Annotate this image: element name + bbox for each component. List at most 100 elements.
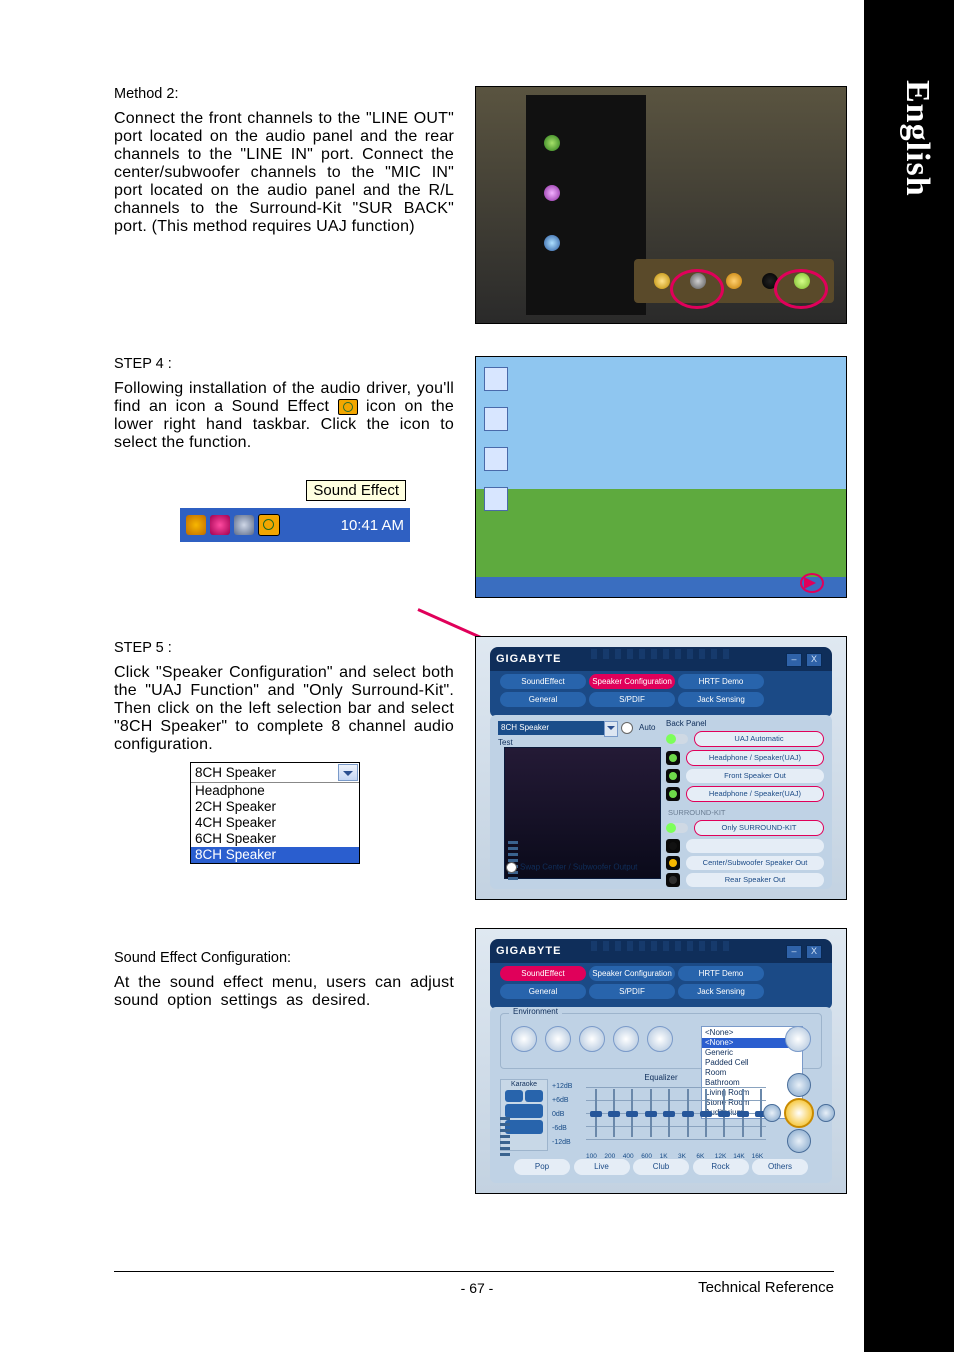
eq-y-label: 0dB xyxy=(552,1111,564,1118)
knob-right-icon[interactable] xyxy=(817,1104,835,1122)
back-panel-label: Back Panel xyxy=(666,719,824,728)
app-window-sfx: GIGABYTE – X SoundEffectSpeaker Configur… xyxy=(476,929,846,1193)
app-tab[interactable]: S/PDIF xyxy=(589,984,675,999)
dropdown-option[interactable]: 6CH Speaker xyxy=(191,831,359,847)
app-tab[interactable]: SoundEffect xyxy=(500,674,586,689)
env-option[interactable]: Generic xyxy=(702,1048,802,1058)
app-logo: GIGABYTE xyxy=(496,653,561,665)
minimize-button[interactable]: – xyxy=(786,945,802,959)
swap-option[interactable]: Swap Center / Subwoofer Output xyxy=(506,862,637,873)
app-tab[interactable]: HRTF Demo xyxy=(678,674,764,689)
env-preset-3-icon[interactable] xyxy=(579,1026,605,1052)
uaj-automatic-pill[interactable]: UAJ Automatic xyxy=(694,731,824,747)
app-tab[interactable]: General xyxy=(500,984,586,999)
eq-slider[interactable] xyxy=(718,1089,730,1137)
only-surround-pill[interactable]: Only SURROUND-KIT xyxy=(694,820,824,836)
highlight-oval-2-icon xyxy=(774,269,828,309)
radio-icon[interactable] xyxy=(506,862,517,873)
app-tab[interactable]: S/PDIF xyxy=(589,692,675,707)
sfx-text: At the sound effect menu, users can adju… xyxy=(114,974,454,1010)
taskbar-bar xyxy=(476,577,846,597)
desktop-icon-2-icon[interactable] xyxy=(484,407,508,431)
jack-label-pill[interactable]: Front Speaker Out xyxy=(686,769,824,783)
knob-left-icon[interactable] xyxy=(763,1104,781,1122)
eq-preset-button[interactable]: Others xyxy=(752,1159,808,1175)
desktop-icon-1-icon[interactable] xyxy=(484,367,508,391)
app-tab[interactable]: HRTF Demo xyxy=(678,966,764,981)
close-button[interactable]: X xyxy=(806,945,822,959)
eq-slider[interactable] xyxy=(737,1089,749,1137)
dropdown-list: Headphone2CH Speaker4CH Speaker6CH Speak… xyxy=(191,783,359,863)
eq-slider[interactable] xyxy=(626,1089,638,1137)
jack-label-pill[interactable]: Headphone / Speaker(UAJ) xyxy=(686,786,824,802)
eq-slider[interactable] xyxy=(590,1089,602,1137)
env-preset-2-icon[interactable] xyxy=(545,1026,571,1052)
app-tab[interactable]: Speaker Configuration xyxy=(589,674,675,689)
knob-down-icon[interactable] xyxy=(787,1129,811,1153)
desktop-icon-4-icon[interactable] xyxy=(484,487,508,511)
env-preset-5-icon[interactable] xyxy=(647,1026,673,1052)
app-tab[interactable]: SoundEffect xyxy=(500,966,586,981)
karaoke-btn-3[interactable] xyxy=(505,1104,543,1118)
titlebar-grip-icon xyxy=(591,649,731,659)
figure-windows-desktop xyxy=(475,356,847,598)
karaoke-btn-1[interactable] xyxy=(505,1090,523,1102)
eq-slider[interactable] xyxy=(608,1089,620,1137)
desktop-icon-3-icon[interactable] xyxy=(484,447,508,471)
method2-block: Method 2: Connect the front channels to … xyxy=(114,86,454,246)
drag-handle-icon[interactable] xyxy=(508,841,518,881)
tray-icon-3-icon[interactable] xyxy=(234,515,254,535)
dropdown-option[interactable]: 8CH Speaker xyxy=(191,847,359,863)
jack-row: Rear Speaker Out xyxy=(666,873,824,887)
speaker-left-pane: 8CH Speaker Auto Test Swap Center / Subw… xyxy=(498,721,658,881)
karaoke-btn-4[interactable] xyxy=(505,1120,543,1134)
figure-sound-effect-app: GIGABYTE – X SoundEffectSpeaker Configur… xyxy=(475,928,847,1194)
eq-preset-button[interactable]: Pop xyxy=(514,1159,570,1175)
tray-sound-effect-icon[interactable] xyxy=(258,514,280,536)
chevron-down-icon[interactable] xyxy=(604,721,618,737)
eq-y-label: +6dB xyxy=(552,1097,569,1104)
eq-slider[interactable] xyxy=(645,1089,657,1137)
env-option[interactable]: Padded Cell xyxy=(702,1058,802,1068)
eq-y-label: -6dB xyxy=(552,1125,567,1132)
env-apply-icon[interactable] xyxy=(785,1026,811,1052)
app-tab[interactable]: Jack Sensing xyxy=(678,692,764,707)
env-preset-4-icon[interactable] xyxy=(613,1026,639,1052)
eq-preset-button[interactable]: Rock xyxy=(693,1159,749,1175)
app-tabs: SoundEffectSpeaker ConfigurationHRTF Dem… xyxy=(490,671,832,717)
knob-up-icon[interactable] xyxy=(787,1073,811,1097)
uaj-toggle[interactable] xyxy=(666,734,688,744)
power-knob-icon[interactable] xyxy=(784,1098,814,1128)
dropdown-option[interactable]: 2CH Speaker xyxy=(191,799,359,815)
app-tab[interactable]: General xyxy=(500,692,586,707)
eq-presets: PopLiveClubRockOthers xyxy=(514,1159,808,1177)
environment-title: Environment xyxy=(509,1007,562,1016)
jack-label-pill[interactable]: Center/Subwoofer Speaker Out xyxy=(686,856,824,870)
speaker-mode-select[interactable]: 8CH Speaker xyxy=(498,721,604,735)
eq-slider[interactable] xyxy=(663,1089,675,1137)
only-surround-toggle[interactable] xyxy=(666,823,688,833)
eq-slider[interactable] xyxy=(682,1089,694,1137)
karaoke-btn-2[interactable] xyxy=(525,1090,543,1102)
eq-slider[interactable] xyxy=(700,1089,712,1137)
tray-icon-1-icon[interactable] xyxy=(186,515,206,535)
dropdown-option[interactable]: 4CH Speaker xyxy=(191,815,359,831)
tray-icon-2-icon[interactable] xyxy=(210,515,230,535)
jack-label-pill[interactable]: Headphone / Speaker(UAJ) xyxy=(686,750,824,766)
dropdown-option[interactable]: Headphone xyxy=(191,783,359,799)
app-tab[interactable]: Speaker Configuration xyxy=(589,966,675,981)
env-preset-1-icon[interactable] xyxy=(511,1026,537,1052)
minimize-button[interactable]: – xyxy=(786,653,802,667)
chevron-down-icon[interactable] xyxy=(338,764,358,781)
close-button[interactable]: X xyxy=(806,653,822,667)
dropdown-selected[interactable]: 8CH Speaker xyxy=(191,763,359,783)
eq-preset-button[interactable]: Live xyxy=(574,1159,630,1175)
app-tab[interactable]: Jack Sensing xyxy=(678,984,764,999)
auto-test-radio[interactable] xyxy=(621,722,633,734)
jack-label-pill[interactable]: Rear Speaker Out xyxy=(686,873,824,887)
eq-preset-button[interactable]: Club xyxy=(633,1159,689,1175)
drag-handle-icon[interactable] xyxy=(500,1117,510,1157)
jack-label-pill[interactable] xyxy=(686,839,824,853)
taskbar: 10:41 AM xyxy=(180,508,410,542)
speaker-mode-dropdown[interactable]: 8CH Speaker Headphone2CH Speaker4CH Spea… xyxy=(190,762,360,864)
